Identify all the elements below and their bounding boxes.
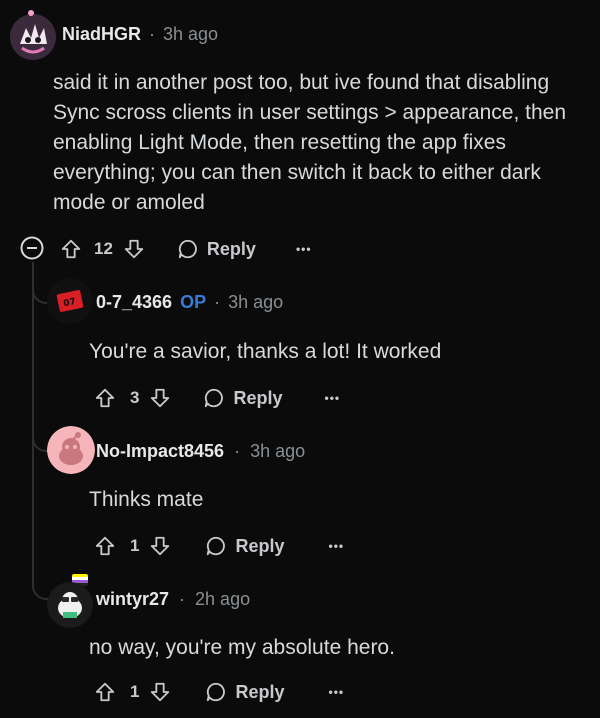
reply-label: Reply (235, 681, 285, 702)
comment-actions: 3 Reply ••• (94, 382, 340, 414)
upvote-icon[interactable] (94, 535, 116, 557)
speech-bubble-icon (177, 238, 199, 260)
more-options-button[interactable]: ••• (296, 242, 312, 256)
vote-count: 12 (94, 239, 113, 258)
downvote-icon[interactable] (123, 238, 145, 260)
username[interactable]: 0-7_4366 (96, 292, 172, 313)
reply-label: Reply (235, 535, 285, 556)
speech-bubble-icon (205, 681, 227, 703)
user-avatar[interactable] (47, 426, 95, 474)
comment-body: Thinks mate (89, 488, 204, 511)
comment-body: said it in another post too, but ive fou… (53, 68, 593, 218)
separator-dot: · (214, 292, 221, 312)
more-options-button[interactable]: ••• (325, 391, 341, 405)
user-avatar[interactable]: 07 (47, 278, 93, 324)
comment-header: No-Impact8456 · 3h ago (96, 441, 305, 462)
comment-header: NiadHGR · 3h ago (62, 24, 218, 45)
collapse-icon[interactable] (20, 236, 44, 260)
timestamp: 3h ago (228, 292, 284, 312)
downvote-icon[interactable] (149, 535, 171, 557)
timestamp: 2h ago (195, 589, 251, 609)
timestamp: 3h ago (250, 441, 306, 461)
more-options-button[interactable]: ••• (329, 539, 345, 553)
comment-line: Sync scross clients in user settings > a… (53, 101, 567, 124)
timestamp: 3h ago (163, 24, 219, 44)
reply-label: Reply (206, 238, 256, 259)
comment-line: everything; you can then switch it back … (53, 161, 541, 184)
separator-dot: · (179, 589, 186, 609)
downvote-icon[interactable] (149, 681, 171, 703)
comment-line: said it in another post too, but ive fou… (53, 71, 550, 94)
comment-niadhgr: NiadHGR · 3h ago said it in another post… (0, 0, 600, 270)
upvote-icon[interactable] (94, 387, 116, 409)
separator-dot: · (234, 441, 241, 461)
username[interactable]: wintyr27 (96, 589, 169, 610)
downvote-icon[interactable] (149, 387, 171, 409)
user-avatar[interactable] (10, 14, 56, 60)
username[interactable]: NiadHGR (62, 24, 141, 45)
speech-bubble-icon (203, 387, 225, 409)
comment-no-impact8456: No-Impact8456 · 3h ago Thinks mate 1 Rep… (0, 424, 600, 569)
comment-actions: 12 Reply ••• (60, 233, 312, 265)
comment-header: 0-7_4366 OP · 3h ago (96, 292, 283, 313)
reply-button[interactable]: Reply (205, 535, 285, 557)
comment-header: wintyr27 · 2h ago (96, 589, 250, 610)
vote-count: 3 (130, 388, 140, 407)
comment-body: You're a savior, thanks a lot! It worked (89, 340, 442, 363)
username[interactable]: No-Impact8456 (96, 441, 224, 462)
comment-line: mode or amoled (53, 191, 205, 214)
separator-dot: · (149, 24, 156, 44)
reply-button[interactable]: Reply (203, 387, 283, 409)
reply-label: Reply (233, 387, 283, 408)
speech-bubble-icon (205, 535, 227, 557)
vote-count: 1 (130, 682, 140, 701)
reply-button[interactable]: Reply (177, 238, 256, 260)
comment-wintyr27: wintyr27 · 2h ago no way, you're my abso… (0, 570, 600, 718)
comment-actions: 1 Reply ••• (94, 676, 344, 708)
upvote-icon[interactable] (60, 238, 82, 260)
online-dot (28, 10, 34, 16)
upvote-icon[interactable] (94, 681, 116, 703)
comment-line: enabling Light Mode, then resetting the … (53, 131, 506, 154)
comment-body: no way, you're my absolute hero. (89, 636, 395, 659)
vote-count: 1 (130, 536, 140, 555)
comment-actions: 1 Reply ••• (94, 530, 344, 562)
more-options-button[interactable]: ••• (329, 685, 345, 699)
op-badge: OP (180, 292, 207, 312)
comment-0-7-4366: 07 0-7_4366 OP · 3h ago You're a savior,… (0, 276, 600, 421)
reply-button[interactable]: Reply (205, 681, 285, 703)
user-avatar[interactable] (47, 582, 93, 628)
